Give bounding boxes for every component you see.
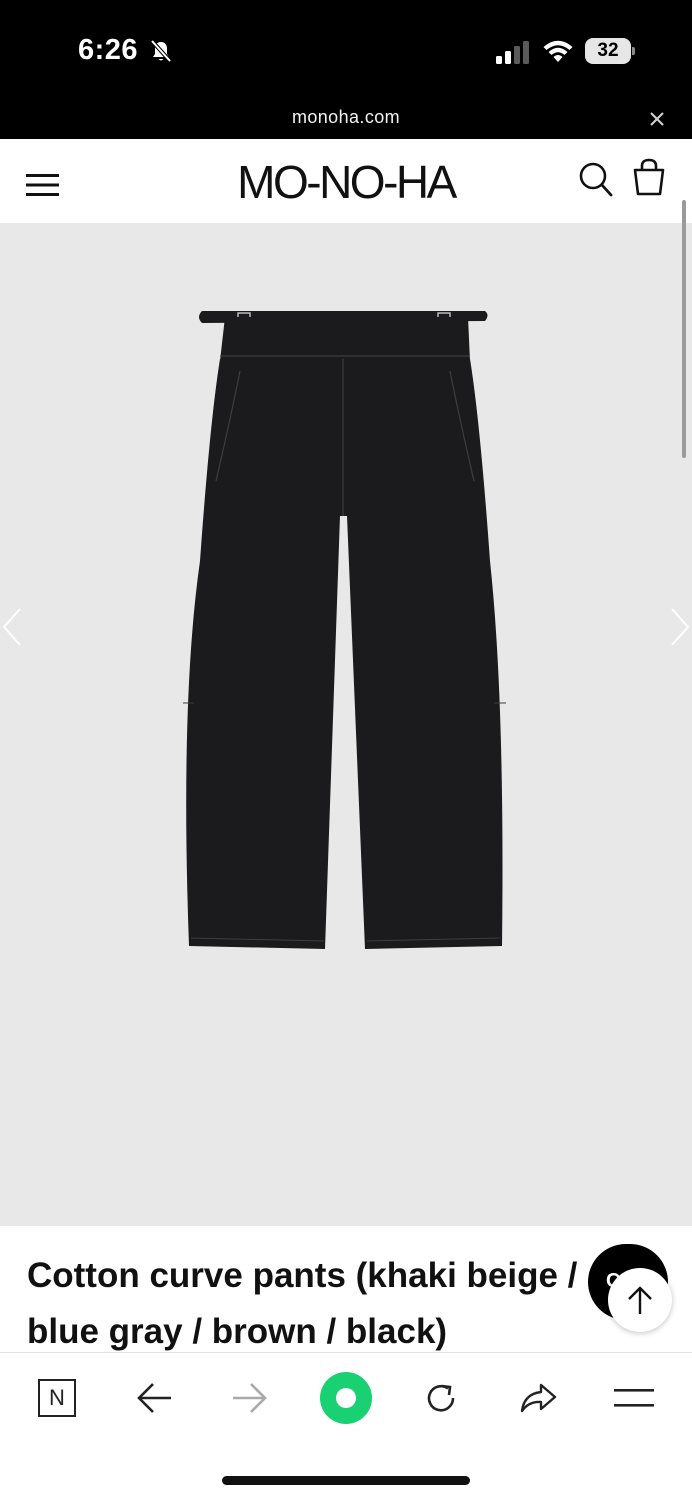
status-time: 6:26: [78, 34, 139, 66]
menu-button[interactable]: [611, 1375, 657, 1421]
site-header: MO-NO-HA: [0, 139, 692, 223]
green-dot-center: [336, 1388, 356, 1408]
cellular-signal-icon: [496, 41, 529, 64]
product-gallery[interactable]: [0, 223, 692, 1226]
scrollbar[interactable]: [682, 200, 686, 458]
product-info: Cotton curve pants (khaki beige / blue g…: [0, 1226, 692, 1352]
green-dot-icon: [320, 1372, 372, 1424]
next-arrow-icon[interactable]: [666, 605, 692, 649]
home-indicator[interactable]: [222, 1476, 470, 1485]
forward-arrow-icon: [233, 1383, 267, 1413]
status-bar: 6:26 32: [0, 0, 692, 100]
url-text[interactable]: monoha.com: [0, 107, 692, 128]
battery-tip: [632, 47, 635, 55]
wifi-icon: [543, 40, 573, 62]
battery-icon: 32: [585, 38, 635, 64]
shopping-bag-icon[interactable]: [632, 157, 666, 197]
back-arrow-icon: [137, 1383, 171, 1413]
share-icon: [520, 1383, 557, 1413]
share-button[interactable]: [515, 1375, 561, 1421]
product-image[interactable]: [180, 301, 510, 951]
bell-muted-icon: [150, 39, 172, 63]
product-title: Cotton curve pants (khaki beige / blue g…: [27, 1248, 597, 1360]
battery-level: 32: [585, 38, 631, 64]
url-bar[interactable]: monoha.com: [0, 100, 692, 139]
forward-button[interactable]: [227, 1375, 273, 1421]
search-icon[interactable]: [578, 161, 614, 199]
close-icon[interactable]: [646, 108, 668, 130]
reload-icon: [427, 1384, 455, 1412]
arrow-up-icon: [628, 1286, 652, 1314]
reload-button[interactable]: [418, 1375, 464, 1421]
green-dot-button[interactable]: [320, 1372, 372, 1424]
menu-icon: [614, 1389, 654, 1407]
product-title-line-1: Cotton curve pants (khaki beige /: [27, 1256, 578, 1295]
naver-icon: N: [38, 1379, 76, 1417]
scroll-to-top-button[interactable]: [608, 1268, 672, 1332]
naver-button[interactable]: N: [34, 1375, 80, 1421]
prev-arrow-icon[interactable]: [0, 605, 26, 649]
back-button[interactable]: [131, 1375, 177, 1421]
